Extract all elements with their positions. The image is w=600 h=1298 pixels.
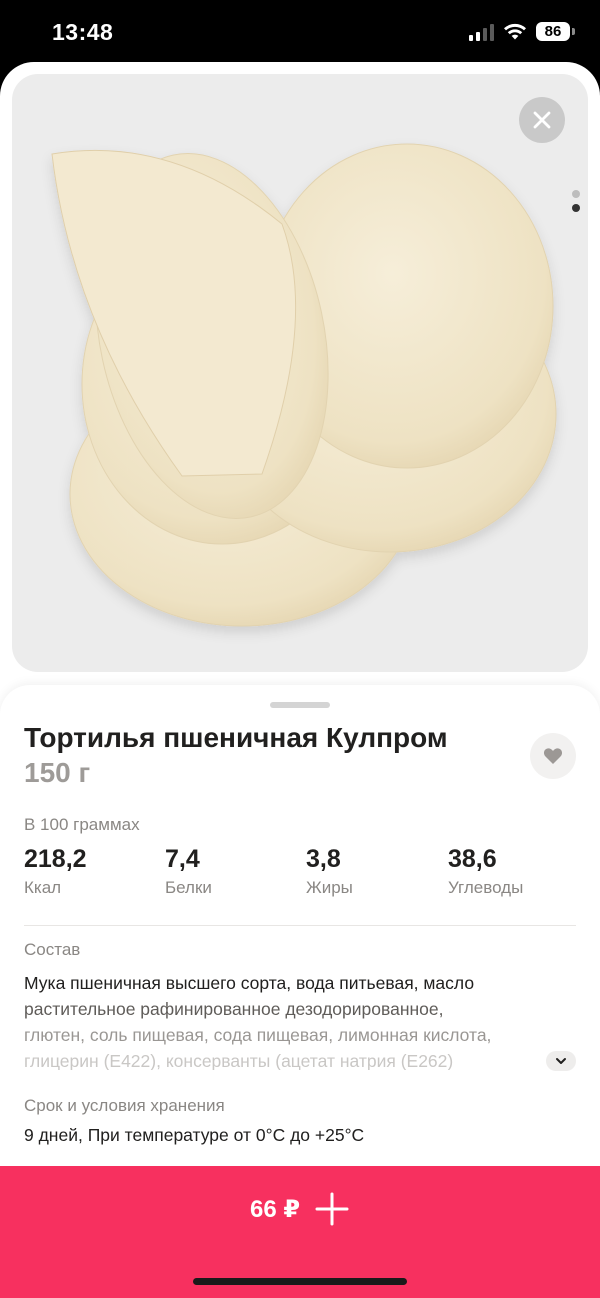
composition-line: глютен, соль пищевая, сода пищевая, лимо…: [24, 1025, 492, 1045]
per-100g-label: В 100 граммах: [24, 815, 140, 834]
composition-label: Состав: [24, 940, 81, 959]
home-indicator[interactable]: [193, 1278, 407, 1285]
nutrient-value: 7,4: [165, 845, 200, 873]
favorite-button[interactable]: [530, 733, 576, 779]
product-photo[interactable]: [12, 74, 588, 672]
divider: [24, 925, 576, 926]
plus-icon: [315, 1192, 349, 1226]
nutrient-label: Углеводы: [448, 878, 524, 897]
nutrient-value: 218,2: [24, 845, 87, 873]
chevron-down-icon: [556, 1058, 566, 1064]
composition-line: растительное рафинированное дезодорирова…: [24, 999, 444, 1019]
composition-line: глицерин (Е422), консерванты (ацетат нат…: [24, 1051, 454, 1070]
nutrient-label: Ккал: [24, 878, 62, 897]
nutrient-kcal: 218,2 Ккал: [24, 845, 87, 898]
storage-value: 9 дней, При температуре от 0°C до +25°C: [24, 1125, 365, 1145]
wifi-icon: [504, 23, 526, 39]
nutrient-value: 38,6: [448, 845, 497, 873]
composition-text[interactable]: Мука пшеничная высшего сорта, вода питье…: [24, 970, 580, 1070]
nutrient-fat: 3,8 Жиры: [306, 845, 353, 898]
battery-indicator: 86: [536, 22, 575, 41]
cellular-signal-icon: [469, 23, 494, 41]
heart-icon: [543, 748, 563, 764]
nutrient-protein: 7,4 Белки: [165, 845, 212, 898]
close-button[interactable]: [519, 97, 565, 143]
pagination-dot: [572, 190, 580, 198]
add-to-cart-button[interactable]: 66 ₽: [0, 1166, 600, 1252]
nutrient-label: Белки: [165, 878, 212, 897]
status-bar: 13:48 86: [0, 0, 600, 64]
price-label: 66 ₽: [249, 1195, 301, 1223]
pagination-dot-active: [572, 204, 580, 212]
storage-label: Срок и условия хранения: [24, 1096, 225, 1115]
expand-composition-button[interactable]: [546, 1051, 576, 1071]
product-title: Тортилья пшеничная Кулпром: [24, 722, 448, 753]
sheet-grabber[interactable]: [270, 702, 330, 708]
photo-pagination: [572, 190, 580, 212]
buy-bar: 66 ₽: [0, 1166, 600, 1298]
composition-line: Мука пшеничная высшего сорта, вода питье…: [24, 973, 475, 993]
nutrient-value: 3,8: [306, 845, 341, 873]
product-weight: 150 г: [24, 757, 91, 788]
nutrient-carbs: 38,6 Углеводы: [448, 845, 523, 898]
status-icons: 86: [469, 22, 575, 41]
close-icon: [533, 111, 551, 129]
status-time: 13:48: [52, 19, 114, 45]
tortilla-image: [51, 143, 557, 627]
product-sheet: Тортилья пшеничная Кулпром 150 г В 100 г…: [0, 62, 600, 1298]
nutrient-label: Жиры: [306, 878, 353, 897]
